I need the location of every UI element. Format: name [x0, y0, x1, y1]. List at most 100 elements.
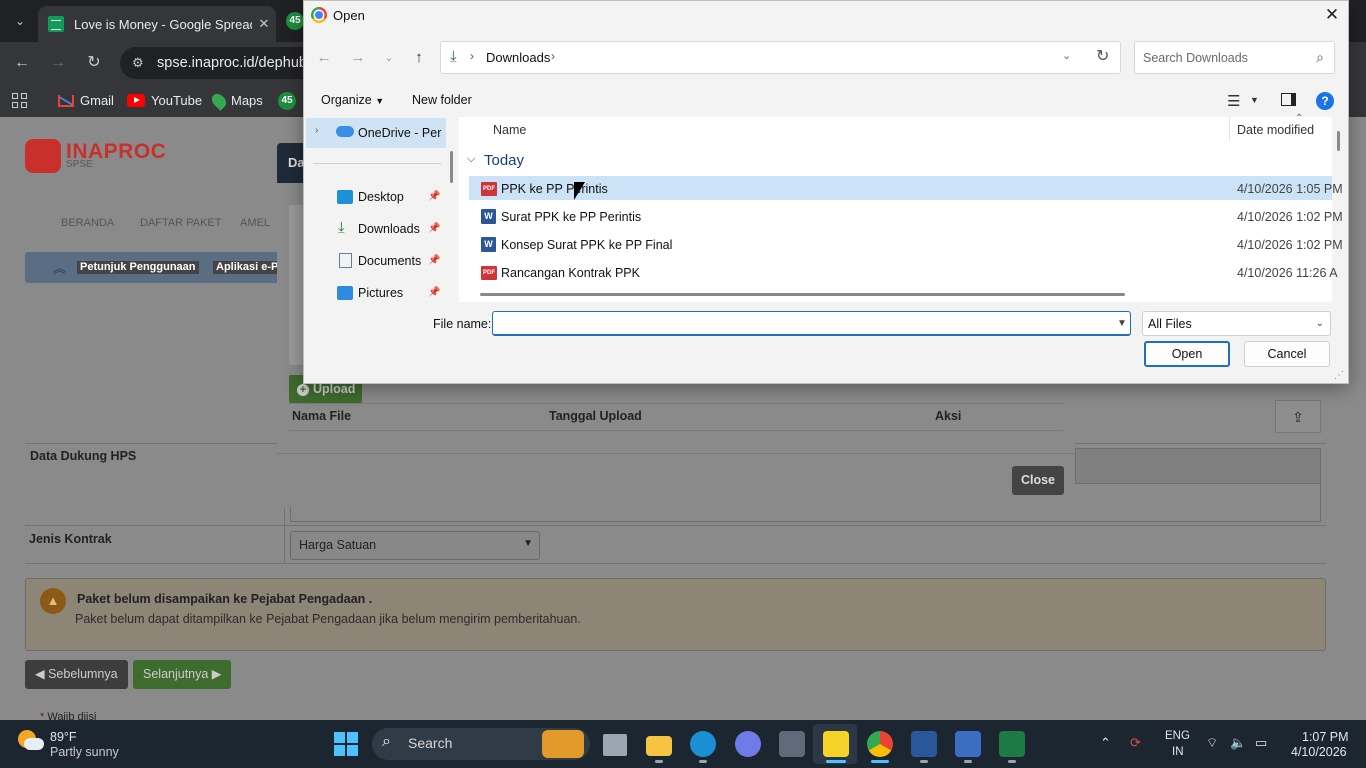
- site-info-icon[interactable]: ⚙: [132, 47, 144, 79]
- region-indicator[interactable]: IN: [1172, 746, 1184, 758]
- file-type-select[interactable]: All Files ⌄: [1142, 311, 1331, 336]
- tab-favicon-badge-icon[interactable]: 45: [286, 12, 304, 30]
- nav-scrollbar[interactable]: [450, 151, 453, 183]
- copilot-icon[interactable]: [735, 731, 761, 757]
- bookmark-badge[interactable]: 45: [278, 84, 296, 117]
- up-arrow-icon[interactable]: ↑: [408, 47, 430, 69]
- address-bar[interactable]: ⚙ spse.inaproc.id/dephub: [120, 47, 320, 79]
- organize-menu[interactable]: Organize ▼: [321, 93, 384, 107]
- nav-amel[interactable]: AMEL: [240, 217, 270, 229]
- cancel-button[interactable]: Cancel: [1244, 341, 1330, 367]
- column-separator[interactable]: [1229, 117, 1230, 141]
- clock-date[interactable]: 4/10/2026: [1291, 745, 1347, 759]
- horizontal-scrollbar[interactable]: [480, 293, 1125, 296]
- group-today[interactable]: Today: [484, 152, 524, 169]
- file-explorer-icon[interactable]: [646, 736, 672, 756]
- file-name-input[interactable]: [492, 311, 1131, 336]
- column-date-header[interactable]: Date modified: [1237, 123, 1314, 137]
- breadcrumb-chevron-icon[interactable]: ›: [470, 49, 474, 63]
- new-folder-button[interactable]: New folder: [412, 93, 472, 107]
- tab-title: Love is Money - Google Spread: [74, 16, 252, 32]
- wifi-icon[interactable]: ⌔: [1206, 735, 1218, 751]
- group-collapse-chevron-icon[interactable]: ⌵: [467, 153, 475, 166]
- chrome-icon[interactable]: [867, 731, 893, 757]
- reload-icon[interactable]: ↻: [81, 50, 107, 76]
- nav-onedrive[interactable]: OneDrive - Perso: [358, 126, 442, 140]
- chevron-up-icon[interactable]: ︽: [53, 258, 66, 277]
- next-button[interactable]: Selanjutnya ▶: [133, 660, 232, 689]
- bookmark-maps[interactable]: Maps: [209, 84, 263, 117]
- help-icon[interactable]: ?: [1316, 92, 1334, 110]
- dialog-search-input[interactable]: Search Downloads ⌕: [1134, 41, 1335, 74]
- pictures-icon: [337, 286, 353, 300]
- petunjuk-button[interactable]: Petunjuk Penggunaan: [77, 261, 199, 274]
- dialog-close-icon[interactable]: ✕: [1318, 2, 1346, 28]
- weather-temperature[interactable]: 89°F: [50, 730, 77, 744]
- search-placeholder: Search Downloads: [1143, 51, 1248, 65]
- nav-beranda[interactable]: BERANDA: [61, 217, 114, 229]
- task-view-icon[interactable]: [603, 734, 627, 756]
- tab-close-icon[interactable]: ✕: [252, 16, 276, 32]
- file-row[interactable]: Rancangan Kontrak PPK: [501, 266, 640, 280]
- clock-time[interactable]: 1:07 PM: [1302, 730, 1349, 744]
- calculator-icon[interactable]: [955, 731, 981, 757]
- aplikasi-button[interactable]: Aplikasi e-Pr: [213, 261, 286, 274]
- modal-close-button[interactable]: Close: [1012, 466, 1064, 495]
- back-icon[interactable]: ←: [313, 47, 335, 69]
- running-indicator: [1008, 760, 1016, 763]
- logo-subtext: SPSE: [66, 159, 93, 170]
- nav-pictures[interactable]: Pictures: [358, 286, 403, 300]
- word-icon[interactable]: [911, 731, 937, 757]
- windows-start-icon[interactable]: [334, 732, 358, 756]
- kontrak-label: Jenis Kontrak: [29, 532, 112, 546]
- weather-description[interactable]: Partly sunny: [50, 745, 119, 759]
- breadcrumb-chevron-icon[interactable]: ›: [551, 49, 555, 63]
- sync-icon[interactable]: ⟳: [1130, 735, 1141, 751]
- breadcrumb-downloads[interactable]: Downloads: [486, 50, 550, 65]
- running-indicator: [964, 760, 972, 763]
- nav-downloads[interactable]: Downloads: [358, 222, 420, 236]
- file-row[interactable]: Surat PPK ke PP Perintis: [501, 210, 641, 224]
- browser-tab-spreadsheet[interactable]: Love is Money - Google Spread ✕: [38, 6, 276, 42]
- edge-icon[interactable]: [690, 731, 716, 757]
- excel-icon[interactable]: [999, 731, 1025, 757]
- volume-icon[interactable]: 🔈: [1230, 735, 1246, 751]
- kontrak-select[interactable]: Harga Satuan ▼: [290, 531, 540, 560]
- file-row[interactable]: PPK ke PP Perintis: [501, 182, 608, 196]
- resize-grip-icon[interactable]: ⋰: [1334, 370, 1344, 381]
- column-name-header[interactable]: Name: [493, 123, 526, 137]
- open-button[interactable]: Open: [1144, 341, 1230, 367]
- battery-icon[interactable]: ▭: [1255, 735, 1267, 751]
- vertical-scrollbar[interactable]: [1337, 131, 1340, 151]
- sticky-notes-icon[interactable]: [823, 731, 849, 757]
- view-list-icon[interactable]: ☰: [1227, 92, 1240, 110]
- pin-icon: 📌: [428, 223, 441, 234]
- tab-search-chevron-icon[interactable]: ⌄: [8, 9, 32, 33]
- nav-documents[interactable]: Documents: [358, 254, 421, 268]
- address-dropdown-icon[interactable]: ⌄: [1062, 49, 1071, 62]
- prev-button[interactable]: ◀ Sebelumnya: [25, 660, 128, 689]
- camera-icon[interactable]: [779, 731, 805, 757]
- language-indicator[interactable]: ENG: [1165, 730, 1190, 742]
- forward-icon[interactable]: →: [45, 50, 71, 76]
- onedrive-icon: [336, 126, 354, 137]
- recent-chevron-icon[interactable]: ⌄: [378, 47, 400, 69]
- expand-chevron-icon[interactable]: ›: [315, 125, 318, 136]
- view-chevron-down-icon[interactable]: ▼: [1250, 95, 1259, 105]
- back-icon[interactable]: ←: [9, 50, 35, 76]
- file-row[interactable]: Konsep Surat PPK ke PP Final: [501, 238, 672, 252]
- bookmark-youtube[interactable]: YouTube: [127, 84, 202, 117]
- next-label: Selanjutnya: [143, 667, 209, 681]
- pdf-file-icon: PDF: [481, 266, 497, 280]
- refresh-icon[interactable]: ↻: [1096, 46, 1109, 66]
- nav-desktop[interactable]: Desktop: [358, 190, 404, 204]
- upload-icon[interactable]: ⇪: [1275, 400, 1321, 433]
- file-name-dropdown-icon[interactable]: ▼: [1117, 318, 1127, 329]
- forward-icon[interactable]: →: [347, 47, 369, 69]
- tray-chevron-up-icon[interactable]: ⌃: [1100, 735, 1111, 751]
- apps-icon[interactable]: [12, 84, 27, 117]
- nav-daftar-paket[interactable]: DAFTAR PAKET: [140, 217, 222, 229]
- weather-partly-sunny-icon[interactable]: [18, 728, 44, 754]
- preview-pane-icon[interactable]: [1281, 93, 1296, 106]
- bookmark-gmail[interactable]: Gmail: [58, 84, 114, 117]
